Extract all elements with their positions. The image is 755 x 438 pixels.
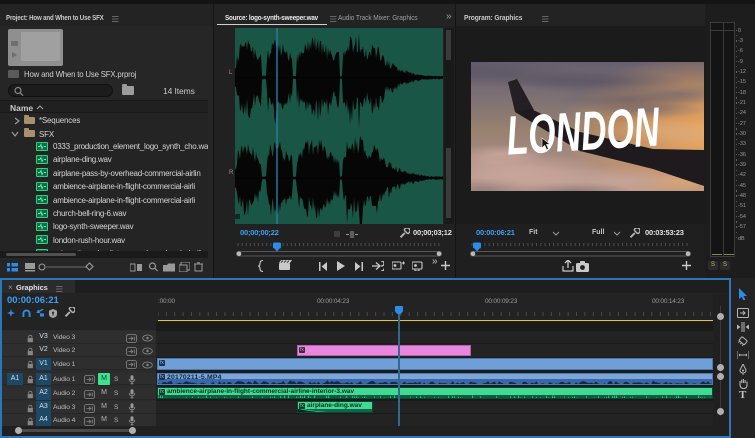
svg-text:LONDON: LONDON: [505, 95, 662, 166]
